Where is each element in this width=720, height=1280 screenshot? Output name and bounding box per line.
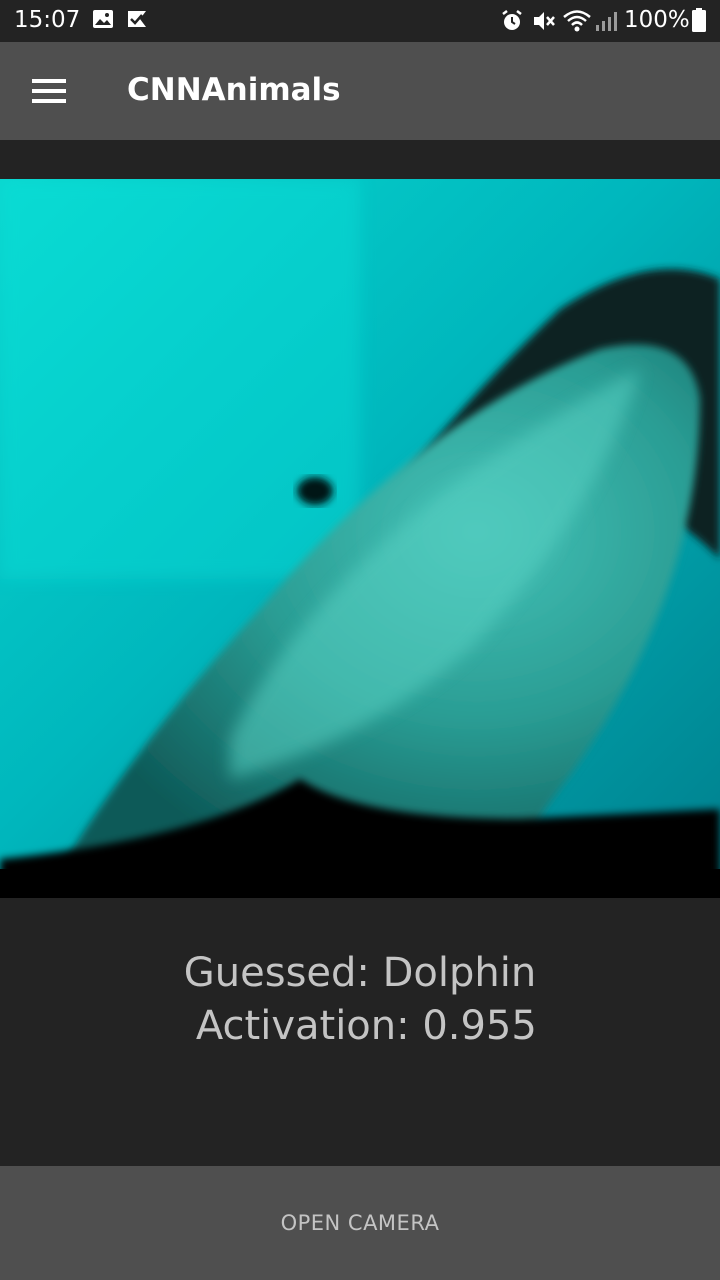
battery-icon bbox=[692, 8, 706, 36]
alarm-icon bbox=[500, 9, 524, 37]
classification-result: Guessed: Dolphin Activation: 0.955 bbox=[0, 947, 720, 1053]
status-time: 15:07 bbox=[14, 7, 81, 33]
app-title: CNNAnimals bbox=[127, 72, 341, 108]
battery-percentage: 100% bbox=[624, 7, 690, 33]
guessed-label: Guessed: Dolphin bbox=[183, 950, 537, 996]
bottom-bar: OPEN CAMERA bbox=[0, 1166, 720, 1280]
mute-icon bbox=[532, 9, 556, 37]
image-icon bbox=[92, 9, 114, 33]
signal-icon bbox=[594, 9, 618, 37]
check-flag-icon bbox=[126, 9, 148, 33]
activation-label: Activation: 0.955 bbox=[183, 1003, 537, 1049]
status-bar: 15:07 100% bbox=[0, 0, 720, 42]
wifi-icon bbox=[562, 9, 592, 37]
dolphin-photo bbox=[0, 179, 720, 898]
hamburger-menu-icon[interactable] bbox=[20, 67, 78, 115]
app-bar: CNNAnimals bbox=[0, 42, 720, 140]
open-camera-button[interactable]: OPEN CAMERA bbox=[0, 1166, 720, 1280]
